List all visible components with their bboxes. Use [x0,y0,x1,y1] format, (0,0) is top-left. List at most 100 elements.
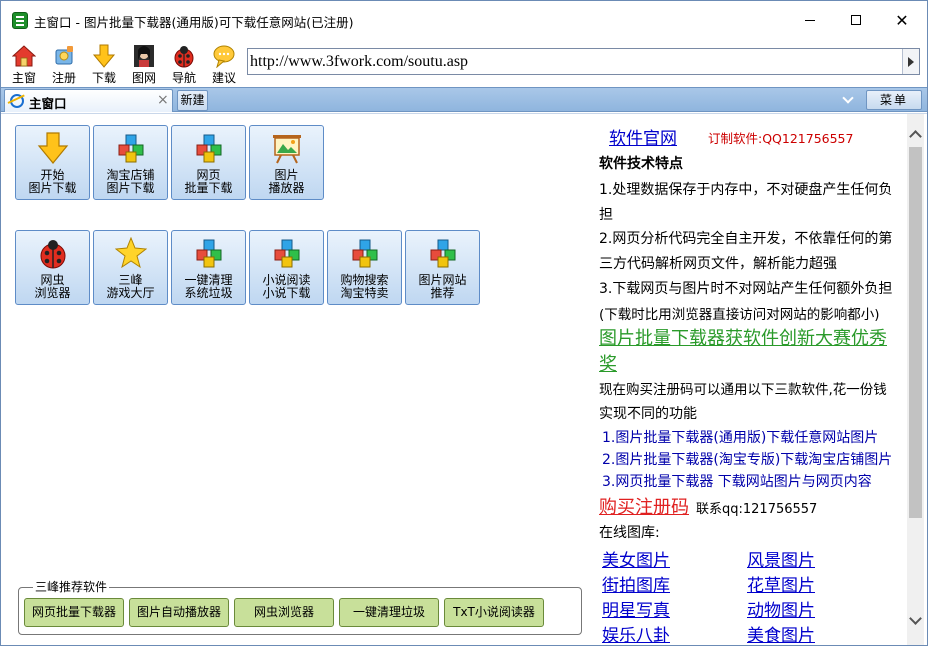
info-panel: 软件官网 订制软件:QQ121756557 软件技术特点 1.处理数据保存于内存… [595,118,907,644]
product-2-link[interactable]: 2.图片批量下载器(淘宝专版)下载淘宝店铺图片 [602,449,892,469]
tile-start-download[interactable]: 开始 图片下载 [15,125,90,200]
main-window: 主窗口 - 图片批量下载器(通用版)可下载任意网站(已注册) ✕ 主窗 注册 下… [0,0,928,646]
rec-web-batch-downloader-button[interactable]: 网页批量下载器 [24,598,124,627]
gallery-link[interactable]: 花草图片 [747,571,815,596]
minimize-button[interactable] [787,1,833,39]
buy-code-link[interactable]: 购买注册码 [599,493,689,519]
tile-label: 游戏大厅 [106,286,155,300]
tab-strip: 主窗口 × 新建 菜单 [1,87,927,112]
scroll-thumb[interactable] [909,147,922,518]
easel-icon [273,135,301,164]
gallery-link[interactable]: 美女图片 [602,546,670,571]
award-link-line-1[interactable]: 图片批量下载器获软件创新大赛优秀 [599,324,887,350]
address-bar [247,48,920,75]
gallery-title: 在线图库: [599,525,660,541]
product-1-link[interactable]: 1.图片批量下载器(通用版)下载任意网站图片 [602,427,878,447]
custom-software-text: 订制软件:QQ121756557 [708,131,854,146]
toolbar-register-button[interactable]: 注册 [44,41,84,85]
play-arrow-icon [908,56,914,67]
tile-picture-player[interactable]: 图片 播放器 [249,125,324,200]
ie-browser-icon [10,94,24,108]
product-3-link[interactable]: 3.网页批量下载器 下载网站图片与网页内容 [602,471,872,491]
tile-novel-reader[interactable]: 小说阅读 小说下载 [249,230,324,305]
tile-shopping-search[interactable]: 购物搜索 淘宝特卖 [327,230,402,305]
menu-button[interactable]: 菜单 [866,90,922,110]
cubes-icon [196,239,222,268]
tile-picture-sites[interactable]: 图片网站 推荐 [405,230,480,305]
toolbar-picture-site-label: 图网 [131,71,156,85]
gallery-link[interactable]: 美食图片 [747,621,815,644]
toolbar-navigation-label: 导航 [171,71,196,85]
toolbar-suggest-button[interactable]: 建议 [204,41,244,85]
award-link-line-2[interactable]: 奖 [599,350,617,376]
gallery-link[interactable]: 娱乐八卦 [602,621,670,644]
url-go-button[interactable] [902,49,919,74]
feature-3-line-2: (下载时比用浏览器直接访问对网站的影响都小) [599,307,880,323]
tile-game-hall[interactable]: 三峰 游戏大厅 [93,230,168,305]
toolbar-suggest-label: 建议 [211,71,236,85]
toolbar-picture-site-button[interactable]: 图网 [124,41,164,85]
maximize-button[interactable] [833,1,879,39]
tile-label: 浏览器 [34,286,71,300]
contact-qq-text: 联系qq:121756557 [696,502,818,517]
close-button[interactable]: ✕ [879,1,925,39]
feature-2-line-1: 2.网页分析代码完全自主开发，不依靠任何的第 [599,231,893,247]
official-site-link[interactable]: 软件官网 [609,124,677,149]
gallery-link[interactable]: 风景图片 [747,546,815,571]
feature-1-line-2: 担 [599,207,613,223]
tile-taobao-download[interactable]: 淘宝店铺 图片下载 [93,125,168,200]
tile-web-batch-download[interactable]: 网页 批量下载 [171,125,246,200]
scroll-up-icon[interactable] [909,130,922,143]
gallery-link[interactable]: 动物图片 [747,596,815,621]
rec-txt-novel-reader-button[interactable]: TxT小说阅读器 [444,598,544,627]
tile-label: 批量下载 [184,181,233,195]
toolbar: 主窗 注册 下载 图网 导航 建议 http://www.3fwork.com/… [1,39,927,87]
tab-dropdown-button[interactable] [837,90,859,110]
info-panel-scrollbar[interactable] [907,114,924,645]
tile-webworm-browser[interactable]: 网虫 浏览器 [15,230,90,305]
offer-line-2: 实现不同的功能 [599,406,697,422]
new-tab-button[interactable]: 新建 [177,90,208,111]
cubes-icon [430,239,456,268]
toolbar-navigation-button[interactable]: 导航 [164,41,204,85]
url-input[interactable] [250,50,902,73]
download-arrow-icon [37,132,69,164]
app-icon [12,12,28,29]
speech-bubble-icon [213,45,235,68]
download-arrow-icon [92,44,116,68]
cubes-icon [352,239,378,268]
toolbar-download-label: 下载 [91,71,116,85]
offer-line-1: 现在购买注册码可以通用以下三款软件,花一份钱 [599,382,887,398]
home-icon [12,45,36,67]
main-content: 开始 图片下载 淘宝店铺 图片下载 网页 批量下载 图片 播放器 网虫 浏览器 … [1,113,927,645]
rec-webworm-browser-button[interactable]: 网虫浏览器 [234,598,334,627]
window-title: 主窗口 - 图片批量下载器(通用版)可下载任意网站(已注册) [34,15,354,30]
toolbar-register-label: 注册 [51,71,76,85]
tile-label: 播放器 [268,181,305,195]
tab-main-window[interactable]: 主窗口 × [4,89,173,112]
minimize-icon [805,19,815,21]
features-title: 软件技术特点 [599,156,683,172]
tab-close-icon[interactable]: × [157,92,169,108]
toolbar-home-button[interactable]: 主窗 [4,41,44,85]
gallery-link[interactable]: 明星写真 [602,596,670,621]
ladybug-icon [174,46,194,68]
tile-clean-junk[interactable]: 一键清理 系统垃圾 [171,230,246,305]
tile-label: 小说下载 [262,286,311,300]
gallery-link[interactable]: 街拍图库 [602,571,670,596]
feature-2-line-2: 三方代码解析网页文件，解析能力超强 [599,256,837,272]
picture-site-icon [134,45,154,67]
tile-label: 淘宝特卖 [340,286,389,300]
rec-clean-junk-button[interactable]: 一键清理垃圾 [339,598,439,627]
tile-label: 图片下载 [28,181,77,195]
chevron-down-icon [842,92,854,104]
tile-label: 推荐 [430,286,455,300]
scroll-down-icon[interactable] [909,612,922,625]
rec-picture-autoplayer-button[interactable]: 图片自动播放器 [129,598,229,627]
toolbar-download-button[interactable]: 下载 [84,41,124,85]
star-icon [115,237,147,269]
tile-label: 系统垃圾 [184,286,233,300]
maximize-icon [851,15,861,25]
tile-label: 图片下载 [106,181,155,195]
register-icon [55,46,73,65]
